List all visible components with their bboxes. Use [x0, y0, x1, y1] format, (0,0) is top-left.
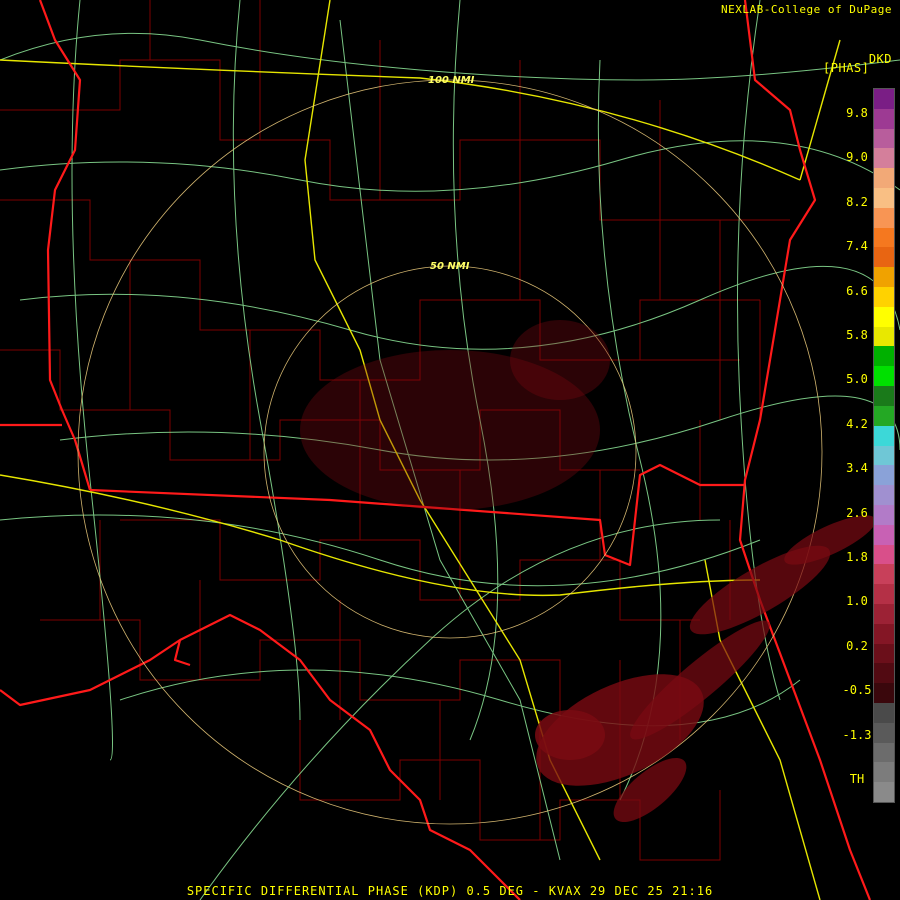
color-scale-label: 5.0: [846, 372, 868, 387]
range-ring-50-label: 50 NMI: [430, 261, 470, 272]
color-scale-swatch: [874, 405, 894, 427]
product-unit: [PHAS]: [823, 61, 870, 75]
color-scale-label: TH: [849, 772, 865, 786]
color-scale-swatch: [874, 623, 894, 645]
color-scale-swatch: [874, 465, 894, 486]
color-scale-label: 9.0: [846, 150, 868, 165]
color-scale-swatch: [874, 643, 894, 664]
product-code: DKD: [868, 52, 892, 66]
color-scale-swatch: [874, 722, 894, 744]
color-scale-label: 1.8: [846, 550, 868, 564]
color-scale-swatch: [874, 584, 894, 605]
radar-map[interactable]: 50 NMI 100 NMI: [0, 0, 900, 900]
color-scale-swatch: [874, 762, 894, 783]
color-scale-swatch: [874, 89, 894, 110]
color-scale-label: 7.4: [846, 239, 868, 254]
color-scale-swatch: [874, 306, 894, 328]
color-scale-swatch: [874, 702, 894, 724]
color-scale-swatch: [874, 366, 894, 387]
color-scale-swatch: [874, 742, 894, 763]
color-scale-swatch: [874, 425, 894, 446]
color-scale-label: -1.3: [842, 727, 872, 742]
color-scale-label: 3.4: [846, 461, 868, 476]
color-scale-swatch: [874, 287, 894, 308]
color-scale-label: 1.0: [846, 594, 868, 609]
color-scale-swatch: [874, 247, 894, 268]
color-scale-swatch: [874, 326, 894, 347]
color-scale-label: 0.2: [846, 638, 868, 653]
color-scale-label: 6.6: [846, 283, 868, 298]
color-scale-label: 4.2: [846, 416, 868, 431]
credit-label: NEXLAB-College of DuPage: [721, 3, 892, 16]
color-scale-swatch: [874, 188, 894, 209]
color-scale-swatch: [874, 603, 894, 625]
color-scale-swatch: [874, 267, 894, 288]
color-scale-swatch: [874, 782, 894, 803]
product-caption: SPECIFIC DIFFERENTIAL PHASE (KDP) 0.5 DE…: [186, 884, 714, 898]
color-scale-label: 5.8: [846, 328, 868, 342]
color-scale-swatch: [874, 148, 894, 169]
color-scale-swatch: [874, 564, 894, 585]
color-scale-swatch: [874, 663, 894, 684]
range-ring-100-label: 100 NMI: [428, 75, 475, 86]
color-scale-label: 9.8: [846, 106, 868, 120]
color-scale-swatch: [874, 504, 894, 526]
color-scale-label: -0.5: [842, 683, 872, 698]
color-scale-swatch: [874, 485, 894, 506]
color-scale-swatch: [874, 445, 894, 466]
color-scale-swatch: [874, 544, 894, 565]
color-scale-swatch: [874, 227, 894, 248]
color-scale-swatch: [874, 207, 894, 229]
color-scale-swatch: [874, 683, 894, 704]
color-scale-bar: [873, 88, 895, 803]
color-scale-label: 2.6: [846, 505, 868, 520]
color-scale-swatch: [874, 524, 894, 546]
color-scale-swatch: [874, 346, 894, 367]
color-scale-swatch: [874, 386, 894, 407]
color-scale-label: 8.2: [846, 194, 868, 209]
color-scale-swatch: [874, 108, 894, 130]
color-scale-swatch: [874, 128, 894, 149]
color-scale-swatch: [874, 168, 894, 189]
